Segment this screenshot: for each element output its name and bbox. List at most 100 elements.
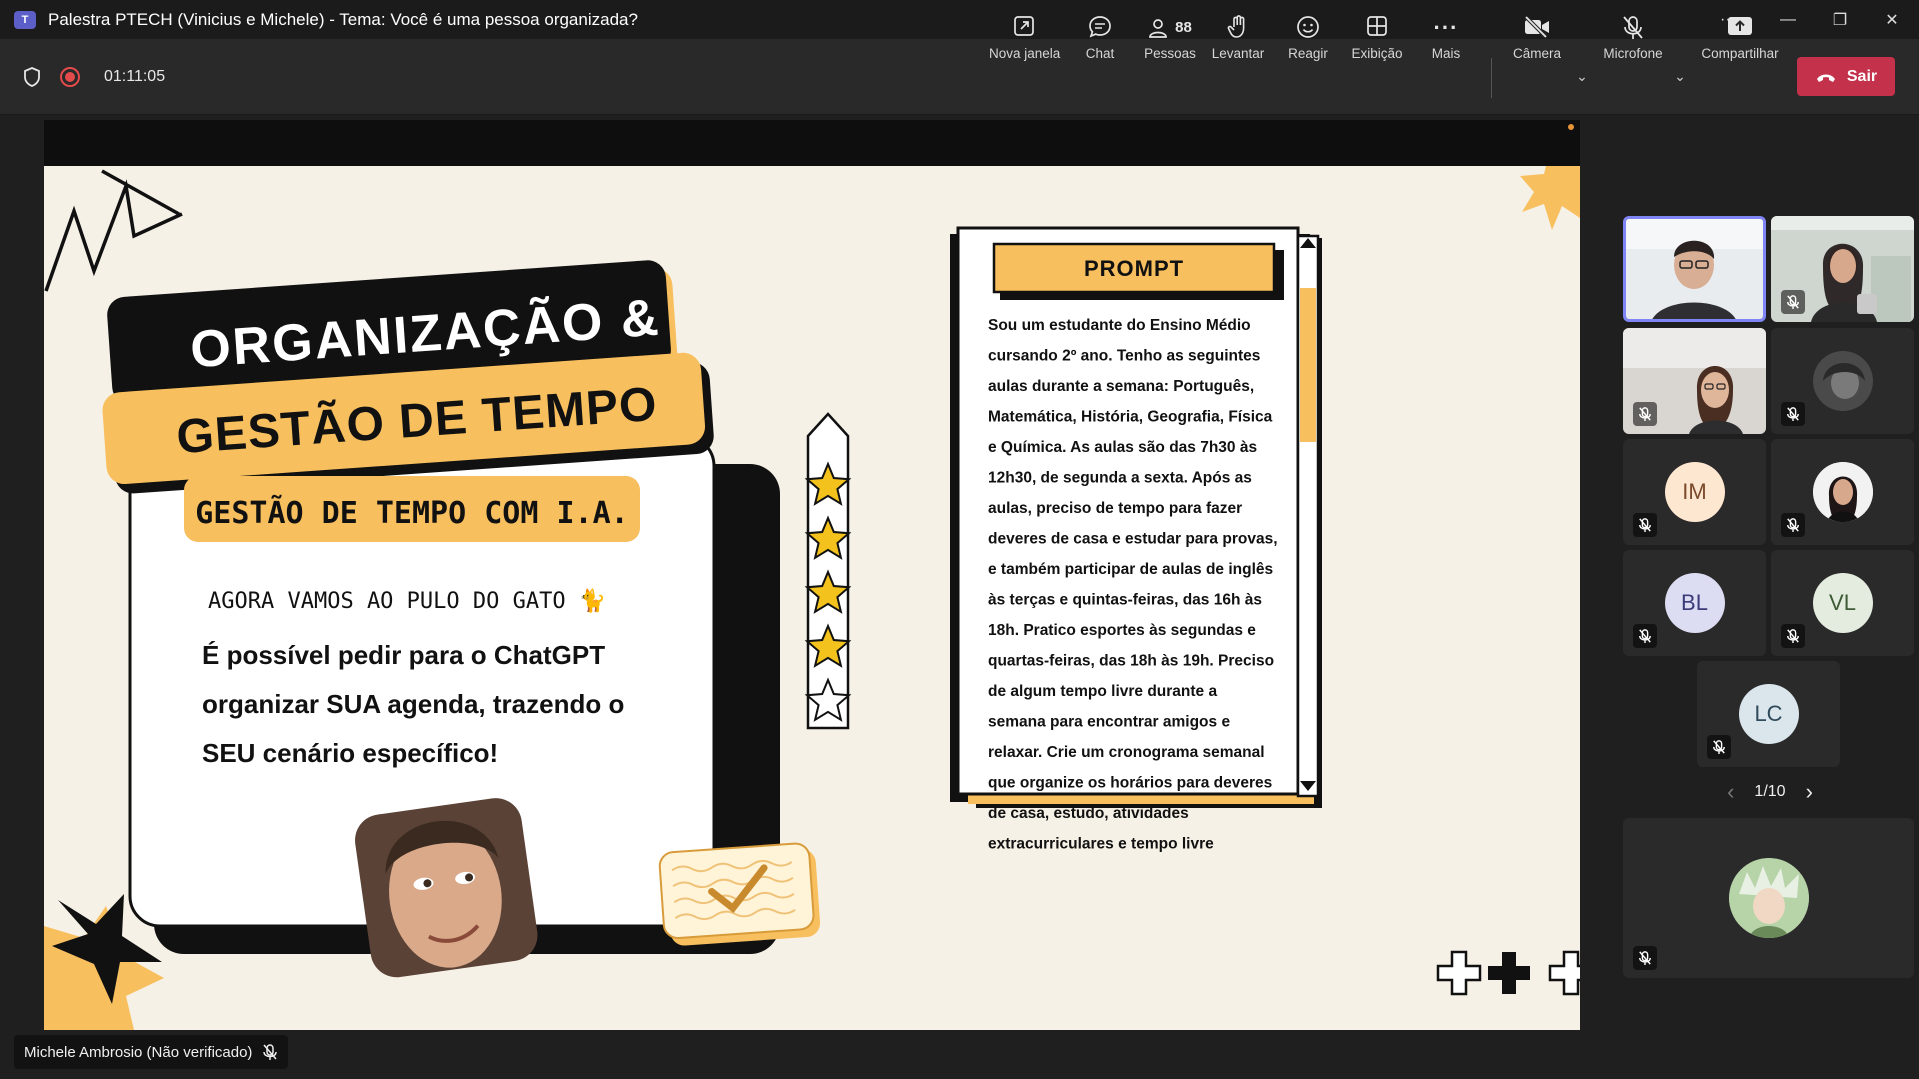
prompt-title: PROMPT xyxy=(1084,256,1184,281)
participant-tile[interactable]: IM xyxy=(1623,439,1766,545)
people-button[interactable]: 88 Pessoas xyxy=(1135,14,1205,68)
mic-off-icon xyxy=(1633,402,1657,426)
avatar: LC xyxy=(1738,684,1799,744)
avatar: VL xyxy=(1812,573,1873,633)
more-label: Mais xyxy=(1431,46,1461,61)
avatar: BL xyxy=(1664,573,1725,633)
mic-off-icon xyxy=(1781,290,1805,314)
handwritten-note: AGORA VAMOS AO PULO DO GATO 🐈 xyxy=(208,588,606,614)
pager-prev-icon[interactable]: ‹ xyxy=(1727,779,1734,805)
participant-tile[interactable] xyxy=(1771,216,1914,322)
new-window-button[interactable]: Nova janela xyxy=(989,14,1060,68)
people-count: 88 xyxy=(1175,19,1192,36)
view-label: Exibição xyxy=(1351,46,1403,61)
prompt-line: Sou um estudante do Ensino Médio xyxy=(988,317,1251,334)
mic-off-icon xyxy=(1781,402,1805,426)
raise-hand-button[interactable]: Levantar xyxy=(1203,14,1273,68)
share-label: Compartilhar xyxy=(1701,46,1779,61)
mic-off-icon xyxy=(1781,513,1805,537)
prompt-line: às terças e quintas-feiras, das 16h às xyxy=(988,592,1262,609)
prompt-line: semana para encontrar amigos e xyxy=(988,714,1230,731)
share-screen-icon xyxy=(1700,14,1780,42)
plus-outline-icon xyxy=(1436,950,1482,996)
participant-video xyxy=(1626,219,1763,319)
view-button[interactable]: Exibição xyxy=(1342,14,1412,68)
prompt-line: 12h30, de segunda a sexta. Após as xyxy=(988,470,1252,487)
hand-icon xyxy=(1203,14,1273,42)
restore-button[interactable]: ❐ xyxy=(1812,0,1868,39)
self-view-tile[interactable] xyxy=(1623,818,1914,978)
mic-off-icon xyxy=(263,1044,278,1060)
presentation-slide: ORGANIZAÇÃO & GESTÃO DE TEMPO GESTÃO DE … xyxy=(44,166,1580,1030)
body-line-3: SEU cenário específico! xyxy=(202,738,498,768)
plus-outline-icon xyxy=(1548,950,1580,996)
avatar: IM xyxy=(1664,462,1725,522)
meeting-timer: 01:11:05 xyxy=(104,68,166,85)
close-button[interactable]: ✕ xyxy=(1864,0,1919,39)
meme-photo xyxy=(355,798,538,978)
react-button[interactable]: Reagir xyxy=(1273,14,1343,68)
mic-off-icon xyxy=(1633,946,1657,970)
mic-off-icon xyxy=(1781,624,1805,648)
mic-off-icon xyxy=(1598,14,1668,42)
prompt-line: 18h. Pratico esportes às segundas e xyxy=(988,622,1256,639)
microphone-label: Microfone xyxy=(1603,46,1663,61)
sunburst-decoration xyxy=(1520,166,1580,230)
participant-tile[interactable] xyxy=(1623,328,1766,434)
chat-label: Chat xyxy=(1085,46,1115,61)
new-window-icon xyxy=(989,14,1059,42)
participant-tile[interactable] xyxy=(1771,328,1914,434)
raise-hand-label: Levantar xyxy=(1211,46,1265,61)
camera-options-chevron-icon[interactable]: ⌄ xyxy=(1574,68,1590,84)
share-button[interactable]: Compartilhar xyxy=(1700,14,1780,68)
mic-off-icon xyxy=(1633,513,1657,537)
body-line-2: organizar SUA agenda, trazendo o xyxy=(202,689,624,719)
prompt-line: cursando 2º ano. Tenho as seguintes xyxy=(988,348,1260,365)
participant-tile[interactable]: BL xyxy=(1623,550,1766,656)
react-label: Reagir xyxy=(1288,46,1328,61)
prompt-line: Matemática, História, Geografia, Física xyxy=(988,409,1273,426)
avatar xyxy=(1812,351,1873,411)
mic-off-icon xyxy=(1707,735,1731,759)
avatar xyxy=(1728,858,1809,938)
grid-view-icon xyxy=(1342,14,1412,42)
camera-label: Câmera xyxy=(1512,46,1561,61)
chat-button[interactable]: Chat xyxy=(1065,14,1135,68)
presenter-label: Michele Ambrosio (Não verificado) xyxy=(14,1035,289,1069)
more-button[interactable]: ··· Mais xyxy=(1411,14,1481,68)
presenter-name: Michele Ambrosio (Não verificado) xyxy=(24,1043,253,1061)
more-dots-icon: ··· xyxy=(1433,15,1459,40)
leave-button[interactable]: Sair xyxy=(1797,57,1895,96)
pager-next-icon[interactable]: › xyxy=(1806,779,1813,805)
shield-icon[interactable] xyxy=(22,66,42,88)
check-note-decoration xyxy=(658,842,821,946)
prompt-line: relaxar. Crie um cronograma semanal xyxy=(988,744,1265,761)
avatar xyxy=(1812,462,1873,522)
toolbar-divider xyxy=(1491,58,1492,98)
phone-hangup-icon xyxy=(1816,74,1835,82)
prompt-line: e também participar de aulas de inglês xyxy=(988,561,1273,578)
camera-off-icon xyxy=(1502,14,1572,42)
slide-subtitle: GESTÃO DE TEMPO COM I.A. xyxy=(195,494,628,531)
microphone-button[interactable]: Microfone xyxy=(1598,14,1668,68)
participant-tile[interactable] xyxy=(1771,439,1914,545)
leave-label: Sair xyxy=(1846,67,1878,85)
prompt-line: de casa, estudo, atividades xyxy=(988,805,1189,822)
prompt-line: extracurriculares e tempo livre xyxy=(988,836,1214,853)
participant-tile[interactable] xyxy=(1623,216,1766,322)
participant-tile[interactable]: VL xyxy=(1771,550,1914,656)
camera-button[interactable]: Câmera xyxy=(1502,14,1572,68)
prompt-line: deveres de casa e estudar para provas, xyxy=(988,531,1278,548)
people-label: Pessoas xyxy=(1144,46,1196,61)
smiley-icon xyxy=(1273,14,1343,42)
mic-options-chevron-icon[interactable]: ⌄ xyxy=(1672,68,1688,84)
window-title: Palestra PTECH (Vinicius e Michele) - Te… xyxy=(48,9,638,29)
prompt-line: de algum tempo livre durante a xyxy=(988,683,1217,700)
recording-indicator-dot xyxy=(1568,124,1574,130)
prompt-line: que organize os horários para deveres xyxy=(988,775,1272,792)
star-rating xyxy=(804,412,852,730)
document-scrollbar-thumb xyxy=(1300,288,1316,442)
pager-label: 1/10 xyxy=(1754,783,1786,800)
prompt-line: aulas, preciso de tempo para fazer xyxy=(988,500,1242,517)
participant-tile[interactable]: LC xyxy=(1697,661,1840,767)
